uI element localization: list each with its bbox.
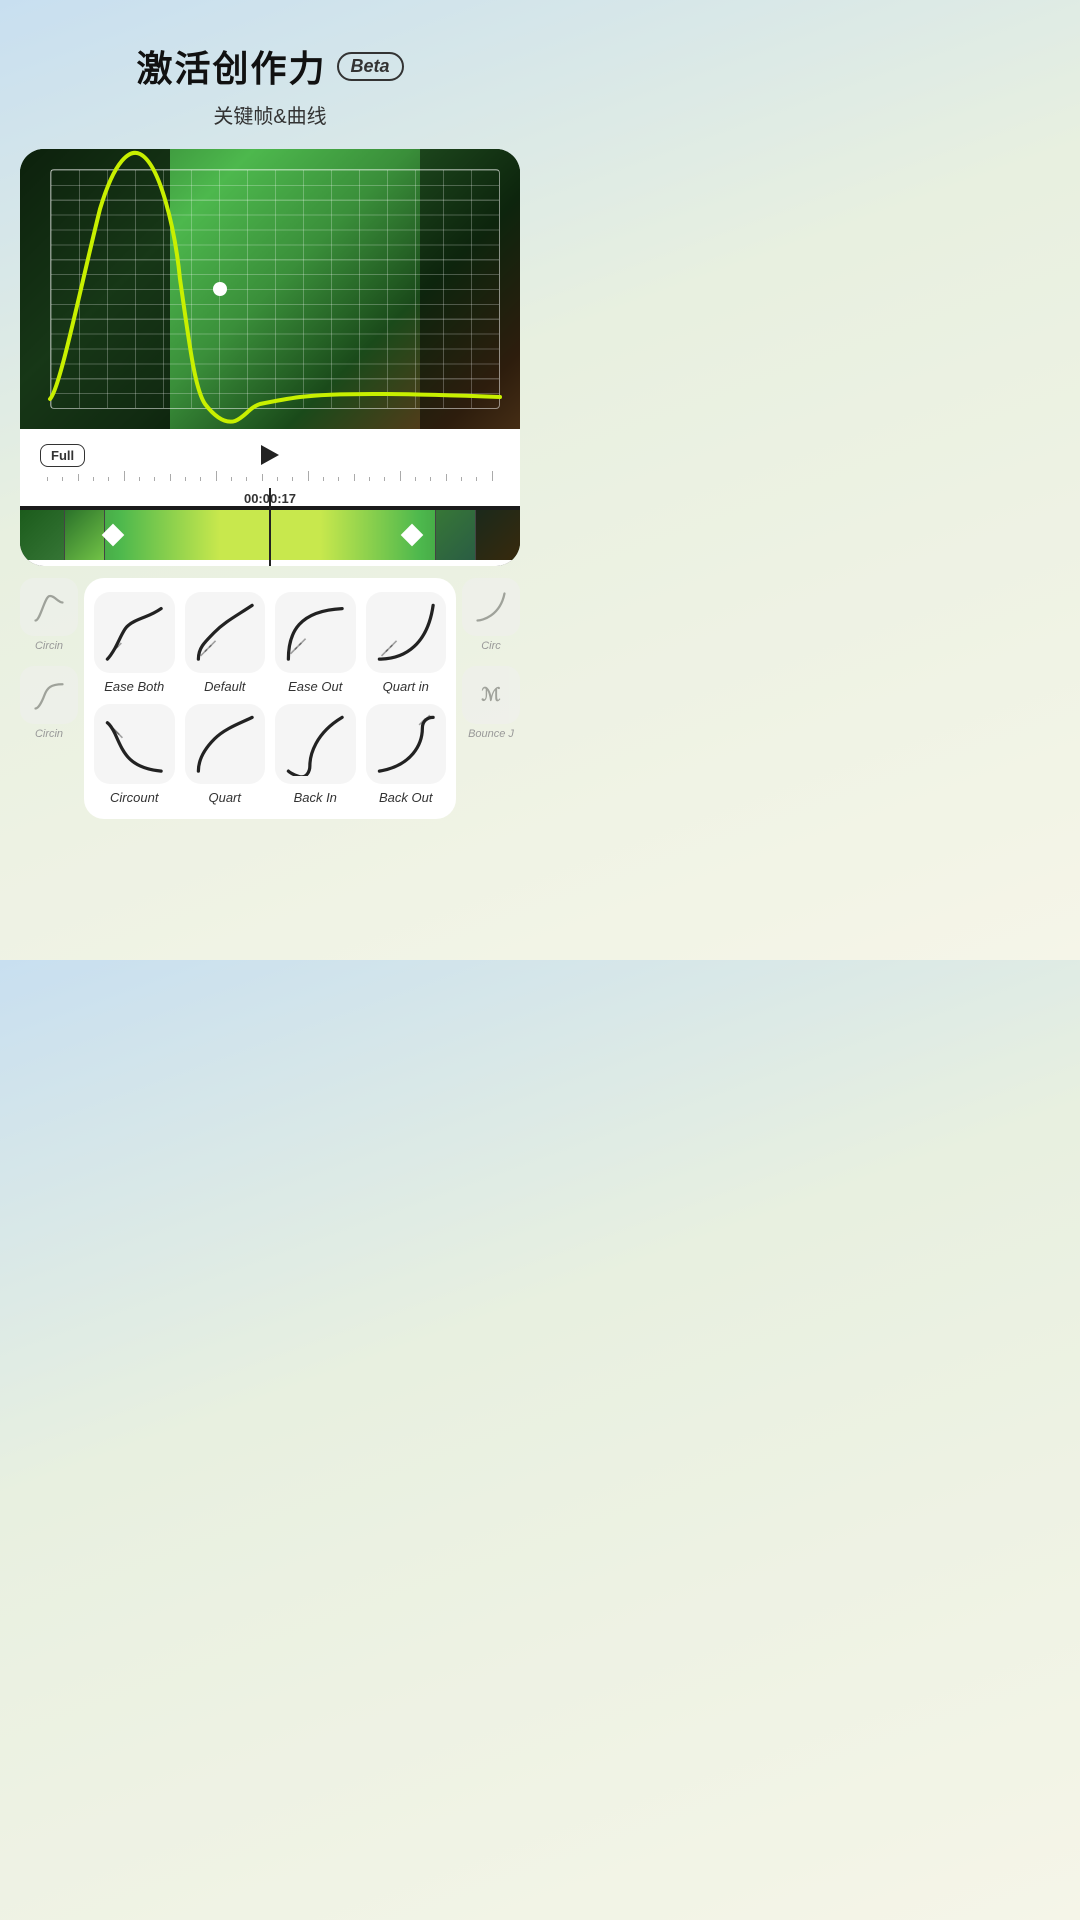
easing-card-default[interactable] <box>185 592 266 673</box>
easing-label-quart-in: Quart in <box>383 679 429 694</box>
keyframe-marker-right[interactable] <box>401 524 424 547</box>
side-label-right-bottom: Bounce J <box>468 728 514 740</box>
easing-label-ease-out: Ease Out <box>288 679 342 694</box>
side-label-right-top: Circ <box>481 640 501 652</box>
filmstrip[interactable] <box>20 510 520 560</box>
video-preview <box>20 149 520 429</box>
header-section: 激活创作力 Beta 关键帧&曲线 <box>136 40 403 129</box>
easing-card-circount[interactable] <box>94 704 175 785</box>
side-card-left-bottom[interactable] <box>20 666 78 724</box>
easing-item-ease-out[interactable]: Ease Out <box>275 592 356 694</box>
video-card: Full <box>20 149 520 566</box>
easing-card-ease-both[interactable] <box>94 592 175 673</box>
easing-item-quart-in[interactable]: Quart in <box>366 592 447 694</box>
play-button[interactable] <box>254 439 286 471</box>
animation-curve <box>20 149 520 429</box>
easing-card-back-in[interactable] <box>275 704 356 785</box>
easing-card-quart-in[interactable] <box>366 592 447 673</box>
playhead <box>269 488 271 566</box>
easing-item-circount[interactable]: Circount <box>94 704 175 806</box>
side-label-left-top: Circin <box>35 640 63 652</box>
play-icon <box>261 445 279 465</box>
beta-badge: Beta <box>337 52 404 81</box>
easing-card-back-out[interactable] <box>366 704 447 785</box>
easing-label-back-out: Back Out <box>379 790 432 805</box>
easing-grid-row1: Ease Both Default <box>94 592 446 694</box>
easing-card-ease-out[interactable] <box>275 592 356 673</box>
subtitle: 关键帧&曲线 <box>136 100 403 129</box>
easing-label-back-in: Back In <box>294 790 337 805</box>
svg-text:ℳ: ℳ <box>481 684 501 704</box>
full-button[interactable]: Full <box>40 444 85 467</box>
curve-handle[interactable] <box>213 282 227 296</box>
easing-label-quart: Quart <box>208 790 241 805</box>
side-card-right-top[interactable] <box>462 578 520 636</box>
easing-label-default: Default <box>204 679 245 694</box>
side-label-left-bottom: Circin <box>35 728 63 740</box>
side-card-right-bottom[interactable]: ℳ <box>462 666 520 724</box>
side-right-col: Circ ℳ Bounce J <box>462 578 520 740</box>
easing-grid-row2: Circount Quart Back In <box>94 704 446 806</box>
main-title: 激活创作力 <box>136 40 326 92</box>
side-left-col: Circin Circin <box>20 578 78 740</box>
easing-panel: Ease Both Default <box>84 578 456 819</box>
easing-panel-wrapper: Circin Circin <box>20 578 520 819</box>
keyframe-marker-left[interactable] <box>102 524 125 547</box>
side-card-left-top[interactable] <box>20 578 78 636</box>
easing-item-quart[interactable]: Quart <box>185 704 266 806</box>
easing-card-quart[interactable] <box>185 704 266 785</box>
easing-label-ease-both: Ease Both <box>104 679 164 694</box>
easing-item-back-in[interactable]: Back In <box>275 704 356 806</box>
playback-controls: Full <box>40 439 500 471</box>
easing-label-circount: Circount <box>110 790 158 805</box>
easing-item-back-out[interactable]: Back Out <box>366 704 447 806</box>
easing-item-ease-both[interactable]: Ease Both <box>94 592 175 694</box>
easing-item-default[interactable]: Default <box>185 592 266 694</box>
